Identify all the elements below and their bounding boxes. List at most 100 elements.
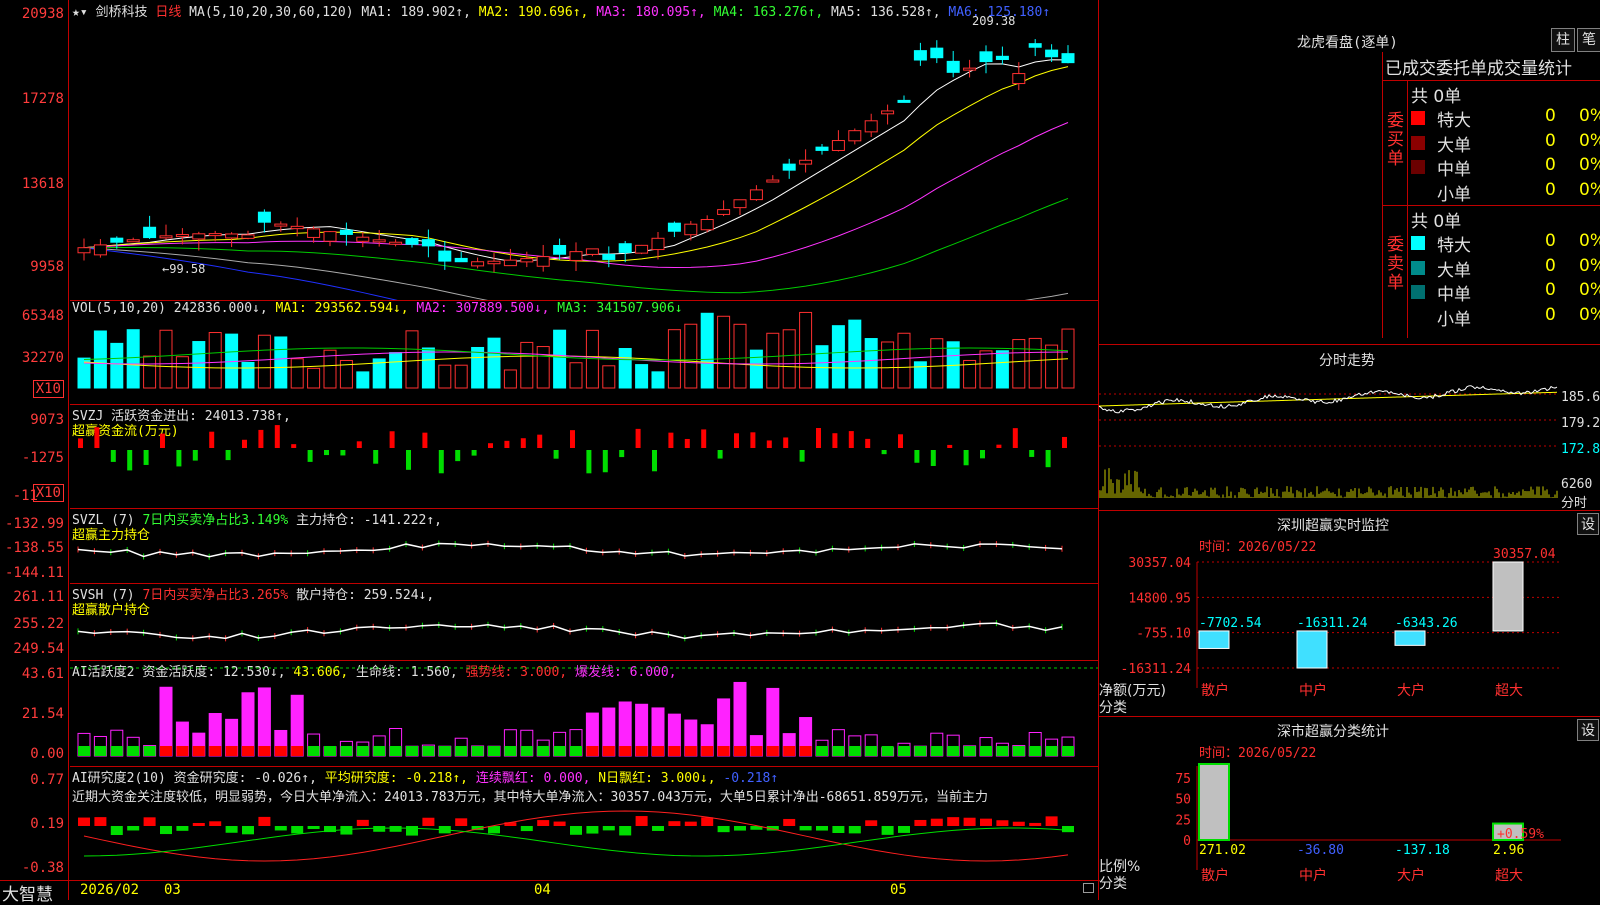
activity-bar xyxy=(257,687,271,757)
base-bar xyxy=(406,746,418,756)
volume-bar xyxy=(979,350,993,389)
flow-bar xyxy=(356,441,362,448)
row-percent: 0% xyxy=(1579,179,1600,200)
base-bar xyxy=(783,746,796,756)
color-swatch xyxy=(1411,111,1425,125)
sz-stats-xlabel: 分类 xyxy=(1099,876,1127,892)
sz-monitor-xlabel: 分类 xyxy=(1099,700,1127,716)
y-tick: -0.38 xyxy=(21,860,64,876)
svzj-unit-badge: X10 xyxy=(32,484,64,502)
base-bar xyxy=(980,746,992,756)
candle xyxy=(356,236,370,242)
volume-bar xyxy=(257,334,271,389)
research-bar xyxy=(832,826,845,834)
kline-panel[interactable]: ★▾ 剑桥科技 日线 MA(5,10,20,30,60,120) MA1: 18… xyxy=(70,0,1098,301)
sell-row: 中单 0 0% xyxy=(1411,280,1600,305)
intraday-chart[interactable] xyxy=(1099,368,1600,508)
bar-mode-button[interactable]: 柱 xyxy=(1551,28,1575,52)
research-bar xyxy=(783,818,796,826)
ai-activity-panel[interactable]: AI活跃度2 资金活跃度: 12.530↓, 43.606, 生命线: 1.56… xyxy=(70,660,1098,767)
volume-bar xyxy=(799,311,813,389)
tick-mode-button[interactable]: 笔 xyxy=(1577,28,1600,52)
flow-bar xyxy=(471,450,477,456)
candle xyxy=(602,254,616,260)
y-tick: 17278 xyxy=(21,91,64,107)
research-bar xyxy=(373,826,386,832)
volume-bar xyxy=(815,345,829,389)
extra-percent-label: +0.59% xyxy=(1497,827,1544,842)
base-bar xyxy=(438,746,451,756)
flow-bar xyxy=(1012,428,1018,448)
research-bar xyxy=(1062,826,1074,833)
svsh-canvas xyxy=(77,620,1063,642)
volume-bar xyxy=(733,323,747,389)
flow-bar xyxy=(160,433,165,448)
vol-unit-badge: X10 xyxy=(32,380,64,398)
flow-bar xyxy=(783,437,789,448)
y-tick: 65348 xyxy=(21,308,64,324)
svzj-panel[interactable]: SVZJ 活跃资金进出: 24013.738↑, 超赢资金流(万元) xyxy=(70,404,1098,509)
volume-bar xyxy=(553,329,567,389)
tab-filled-order-stats[interactable]: 已成交委托单成交量统计 xyxy=(1385,54,1572,79)
base-bar xyxy=(274,746,287,756)
candle xyxy=(963,67,977,71)
base-bar xyxy=(734,746,746,756)
volume-bar xyxy=(192,341,206,389)
volume-bar xyxy=(667,329,681,389)
volume-bar xyxy=(831,325,845,389)
row-label: 大单 xyxy=(1437,260,1471,281)
base-bar xyxy=(750,746,763,756)
sell-row: 大单 0 0% xyxy=(1411,256,1600,281)
monitor-bar xyxy=(1198,630,1230,649)
svsh-panel[interactable]: SVSH (7) 7日内买卖净占比3.265% 散户持仓: 259.524↓, … xyxy=(70,583,1098,661)
volume-panel[interactable]: VOL(5,10,20) 242836.000↓, MA1: 293562.59… xyxy=(70,300,1098,405)
base-bar xyxy=(881,746,894,756)
dragon-tiger-title: 龙虎看盘(逐单) xyxy=(1297,35,1398,51)
base-bar xyxy=(684,746,697,756)
candle xyxy=(1028,43,1042,48)
research-bar xyxy=(930,818,943,826)
research-bar xyxy=(570,826,582,835)
row-count: 0 xyxy=(1545,179,1556,200)
candle xyxy=(667,222,681,232)
flow-bar xyxy=(291,444,297,448)
ai-research-panel[interactable]: AI研究度2(10) 资金研究度: -0.026↑, 平均研究度: -0.218… xyxy=(70,766,1098,880)
intraday-title: 分时走势 xyxy=(1319,353,1375,369)
flow-bar xyxy=(963,450,969,466)
svzl-y-axis: -132.99 -138.55 -144.11 xyxy=(0,508,68,583)
lock-icon[interactable] xyxy=(1083,883,1094,893)
y-tick: 30357.04 xyxy=(1128,556,1191,571)
kline-y-axis: 20938 17278 13618 9958 xyxy=(0,0,68,300)
candle xyxy=(782,163,796,171)
volume-bar xyxy=(438,364,452,389)
research-bar xyxy=(176,826,189,831)
base-bar xyxy=(799,746,812,756)
research-bar xyxy=(143,817,156,826)
volume-canvas xyxy=(77,311,1075,389)
volume-bar xyxy=(684,323,698,389)
research-bar xyxy=(242,826,254,835)
row-label: 特大 xyxy=(1437,111,1471,131)
app-brand[interactable]: 大智慧 xyxy=(2,880,53,905)
volume-bar xyxy=(143,355,157,389)
candle xyxy=(1061,53,1075,64)
base-bar xyxy=(635,746,648,756)
row-label: 中单 xyxy=(1437,160,1471,180)
candle xyxy=(126,239,140,243)
base-bar xyxy=(258,746,271,756)
research-bar xyxy=(520,826,533,832)
ai-research-canvas xyxy=(78,810,1074,862)
volume-bar xyxy=(356,371,370,389)
svsh-y-axis: 261.11 255.22 249.54 xyxy=(0,583,68,660)
volume-bar xyxy=(110,342,124,389)
stat-value-label: 271.02 xyxy=(1199,843,1246,858)
monitor-value-label: -7702.54 xyxy=(1199,616,1262,631)
candle xyxy=(159,235,173,239)
row-count: 0 xyxy=(1545,130,1556,151)
svzl-panel[interactable]: SVZL (7) 7日内买卖净占比3.149% 主力持仓: -141.222↑,… xyxy=(70,508,1098,584)
base-bar xyxy=(160,746,172,756)
research-bar xyxy=(455,818,468,826)
base-bar xyxy=(373,746,386,756)
flow-bar xyxy=(734,433,739,448)
buy-total: 共 0单 xyxy=(1411,87,1462,107)
